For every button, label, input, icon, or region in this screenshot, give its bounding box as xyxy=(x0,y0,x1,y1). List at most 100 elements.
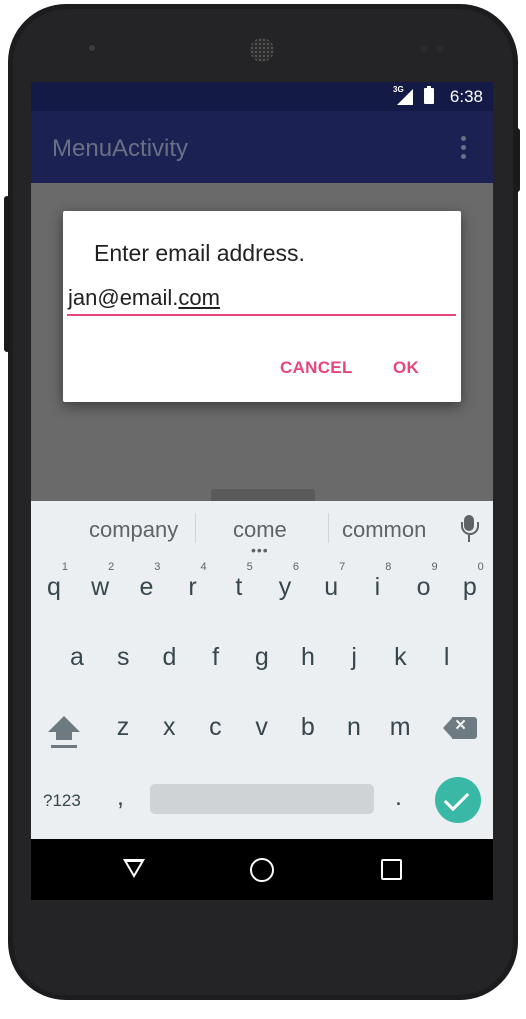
status-time: 6:38 xyxy=(449,87,483,106)
suggestion-divider xyxy=(328,513,329,543)
email-field-underline xyxy=(67,314,456,316)
key-label: k xyxy=(394,643,407,671)
suggestion-item[interactable]: common xyxy=(342,517,426,543)
key-h[interactable]: h xyxy=(285,625,331,685)
key-f[interactable]: f xyxy=(193,625,239,685)
key-label: t xyxy=(235,573,243,601)
recents-icon[interactable] xyxy=(381,859,402,880)
key-label: u xyxy=(324,573,339,601)
email-prefix: jan@email. xyxy=(68,285,179,310)
key-o[interactable]: o9 xyxy=(401,555,447,615)
key-i[interactable]: i8 xyxy=(354,555,400,615)
key-label: g xyxy=(254,643,269,671)
key-b[interactable]: b xyxy=(285,695,331,755)
key-j[interactable]: j xyxy=(331,625,377,685)
key-label: v xyxy=(255,713,268,741)
key-u[interactable]: u7 xyxy=(308,555,354,615)
dialog-title: Enter email address. xyxy=(94,240,305,266)
key-label: q xyxy=(47,573,61,601)
front-camera xyxy=(86,42,98,54)
signal-icon xyxy=(397,89,413,105)
navigation-bar xyxy=(31,839,493,900)
key-hint: 2 xyxy=(108,561,115,573)
soft-keyboard: company come common ••• q1w2e3r4t5y6u7i8… xyxy=(31,501,493,839)
status-bar: 3G 6:38 xyxy=(31,82,493,111)
key-label: d xyxy=(162,643,177,671)
key-l[interactable]: l xyxy=(424,625,470,685)
key-label: e xyxy=(139,573,154,601)
period-key[interactable]: . xyxy=(395,783,402,812)
email-dialog: Enter email address. jan@email.com CANCE… xyxy=(63,211,461,402)
key-label: m xyxy=(389,713,411,741)
key-hint: 1 xyxy=(61,561,68,573)
key-label: i xyxy=(374,573,381,601)
earpiece-speaker xyxy=(250,38,274,62)
key-z[interactable]: z xyxy=(100,695,146,755)
volume-button xyxy=(4,196,10,352)
key-w[interactable]: w2 xyxy=(77,555,123,615)
backspace-icon[interactable]: × xyxy=(443,715,477,739)
email-field[interactable]: jan@email.com xyxy=(68,285,220,311)
suggestion-divider xyxy=(195,513,196,543)
suggestion-item[interactable]: company xyxy=(89,517,178,543)
key-a[interactable]: a xyxy=(54,625,100,685)
key-label: p xyxy=(462,573,477,601)
key-hint: 8 xyxy=(385,561,392,573)
key-hint: 5 xyxy=(246,561,253,573)
key-g[interactable]: g xyxy=(239,625,285,685)
key-t[interactable]: t5 xyxy=(216,555,262,615)
symbols-key[interactable]: ?123 xyxy=(43,791,81,811)
key-hint: 0 xyxy=(477,561,484,573)
app-title: MenuActivity xyxy=(52,135,189,162)
key-e[interactable]: e3 xyxy=(123,555,169,615)
key-r[interactable]: r4 xyxy=(170,555,216,615)
more-vert-icon[interactable] xyxy=(461,136,467,160)
key-label: y xyxy=(278,573,292,601)
app-bar: MenuActivity xyxy=(31,111,493,183)
ok-button[interactable]: OK xyxy=(393,358,419,378)
screen: 3G 6:38 MenuActivity Enter email address… xyxy=(31,82,493,900)
battery-icon xyxy=(424,86,434,104)
suggestion-strip: company come common ••• xyxy=(31,501,493,557)
key-label: f xyxy=(212,643,220,671)
space-bar[interactable] xyxy=(150,784,374,814)
key-s[interactable]: s xyxy=(100,625,146,685)
key-m[interactable]: m xyxy=(377,695,423,755)
proximity-sensor xyxy=(420,45,428,53)
key-label: b xyxy=(300,713,315,741)
key-hint: 6 xyxy=(292,561,299,573)
key-label: r xyxy=(188,573,197,601)
comma-key[interactable]: , xyxy=(117,783,124,812)
key-c[interactable]: c xyxy=(192,695,238,755)
key-n[interactable]: n xyxy=(331,695,377,755)
key-label: o xyxy=(416,573,431,601)
back-icon[interactable] xyxy=(123,859,145,878)
check-icon xyxy=(443,785,470,812)
key-label: j xyxy=(351,643,357,671)
light-sensor xyxy=(436,45,444,53)
key-y[interactable]: y6 xyxy=(262,555,308,615)
key-q[interactable]: q1 xyxy=(31,555,77,615)
key-v[interactable]: v xyxy=(239,695,285,755)
shift-icon[interactable] xyxy=(45,713,83,753)
key-hint: 3 xyxy=(154,561,161,573)
email-composing-text: com xyxy=(178,285,220,310)
key-hint: 7 xyxy=(339,561,346,573)
key-hint: 4 xyxy=(200,561,207,573)
key-label: n xyxy=(347,713,361,741)
key-d[interactable]: d xyxy=(146,625,192,685)
key-x[interactable]: x xyxy=(146,695,192,755)
suggestion-item[interactable]: come xyxy=(233,517,287,543)
key-label: s xyxy=(116,643,130,671)
key-label: w xyxy=(91,573,110,601)
home-icon[interactable] xyxy=(250,858,274,882)
key-k[interactable]: k xyxy=(377,625,423,685)
cancel-button[interactable]: CANCEL xyxy=(280,358,353,378)
done-key[interactable] xyxy=(435,777,481,823)
key-label: z xyxy=(116,713,130,741)
more-suggestions-icon[interactable]: ••• xyxy=(251,543,269,557)
key-p[interactable]: p0 xyxy=(447,555,493,615)
mic-icon[interactable] xyxy=(461,515,479,543)
key-label: c xyxy=(209,713,222,741)
key-label: l xyxy=(443,643,450,671)
